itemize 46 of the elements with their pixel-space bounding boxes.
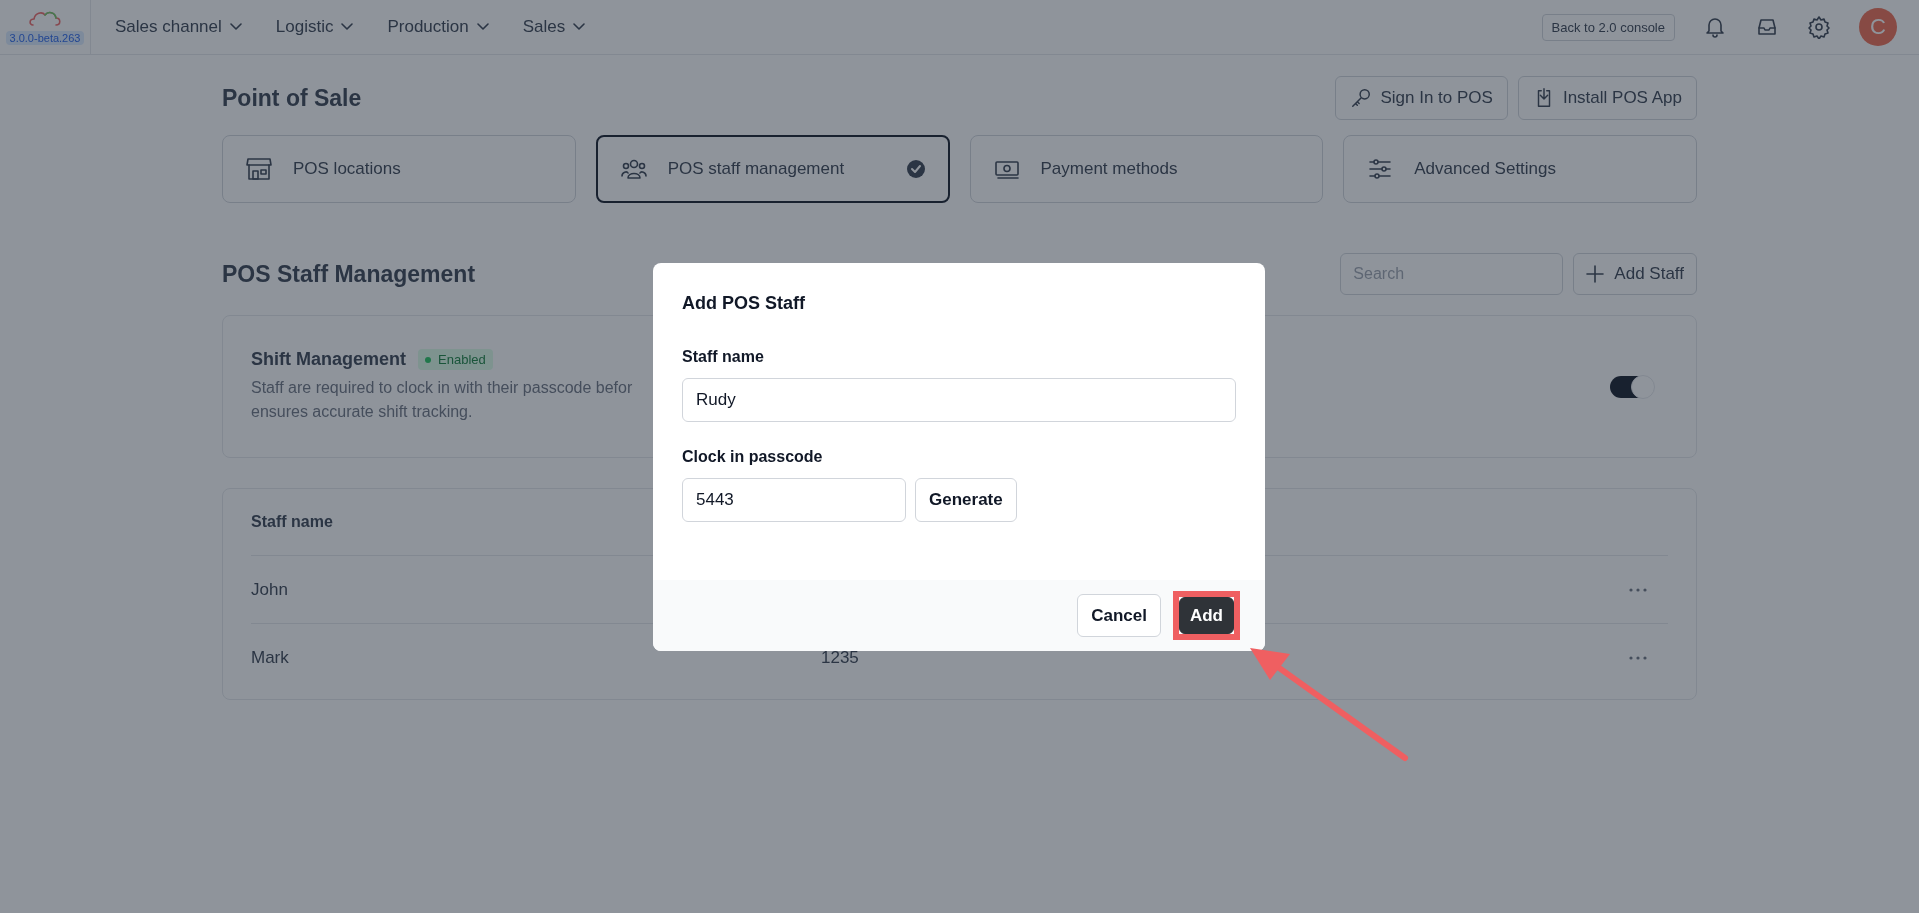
check-circle-icon: [905, 159, 926, 179]
section-title: POS Staff Management: [222, 260, 476, 288]
page-title: Point of Sale: [222, 84, 362, 112]
cloud-logo-icon: [28, 9, 62, 29]
more-icon[interactable]: [1628, 655, 1648, 661]
header-action-button[interactable]: Sign In to POS: [1335, 76, 1508, 120]
table-cell-text: John: [251, 579, 289, 600]
settings-icon[interactable]: [1807, 15, 1831, 39]
bell-icon[interactable]: [1703, 15, 1727, 39]
caret-icon: [229, 23, 242, 31]
section-tab[interactable]: Payment methods: [969, 135, 1324, 203]
add-staff-button[interactable]: Add Staff: [1573, 253, 1697, 295]
nav-menu-item[interactable]: Sales: [522, 17, 586, 37]
generate-button[interactable]: Generate: [915, 478, 1017, 522]
description-text: ensures accurate shift tracking.: [251, 402, 473, 422]
table-cell-text: 1235: [821, 648, 860, 668]
nav-menu-item[interactable]: Sales channel: [115, 17, 242, 37]
field-label: Clock in passcode: [682, 448, 824, 466]
staff-name-field[interactable]: Rudy: [682, 378, 1236, 422]
dialog-title: Add POS Staff: [682, 293, 806, 314]
user-avatar[interactable]: C: [1859, 8, 1897, 46]
header-action-button[interactable]: Install POS App: [1517, 76, 1697, 120]
table-cell-text: Mark: [251, 648, 290, 668]
status-badge: Enabled: [418, 349, 493, 370]
section-tab[interactable]: POS staff management: [595, 135, 950, 203]
storefront-icon: [245, 155, 273, 183]
passcode-field[interactable]: 5443: [682, 478, 906, 522]
shift-title: Shift Management: [251, 349, 406, 370]
caret-icon: [476, 23, 489, 31]
shift-toggle[interactable]: [1610, 375, 1654, 398]
field-label: Staff name: [682, 348, 765, 366]
more-icon[interactable]: [1628, 586, 1648, 593]
nav-menu-item[interactable]: Logistic: [275, 17, 354, 37]
key-icon: [1350, 87, 1373, 109]
section-tab[interactable]: Advanced Settings: [1343, 135, 1697, 203]
back-console-button[interactable]: Back to 2.0 console: [1541, 13, 1675, 41]
nav-menu-item[interactable]: Production: [387, 17, 489, 37]
section-tab[interactable]: POS locations: [222, 135, 576, 203]
version-badge: 3.0.0-beta.263: [5, 31, 85, 45]
column-header: Staff name: [251, 513, 334, 531]
description-text: Staff are required to clock in with their passcode befor: [251, 378, 633, 398]
cancel-button[interactable]: Cancel: [1077, 594, 1161, 637]
caret-icon: [341, 23, 354, 31]
add-button[interactable]: Add: [1178, 597, 1234, 634]
plus-icon: [1586, 265, 1605, 283]
caret-icon: [573, 23, 586, 31]
